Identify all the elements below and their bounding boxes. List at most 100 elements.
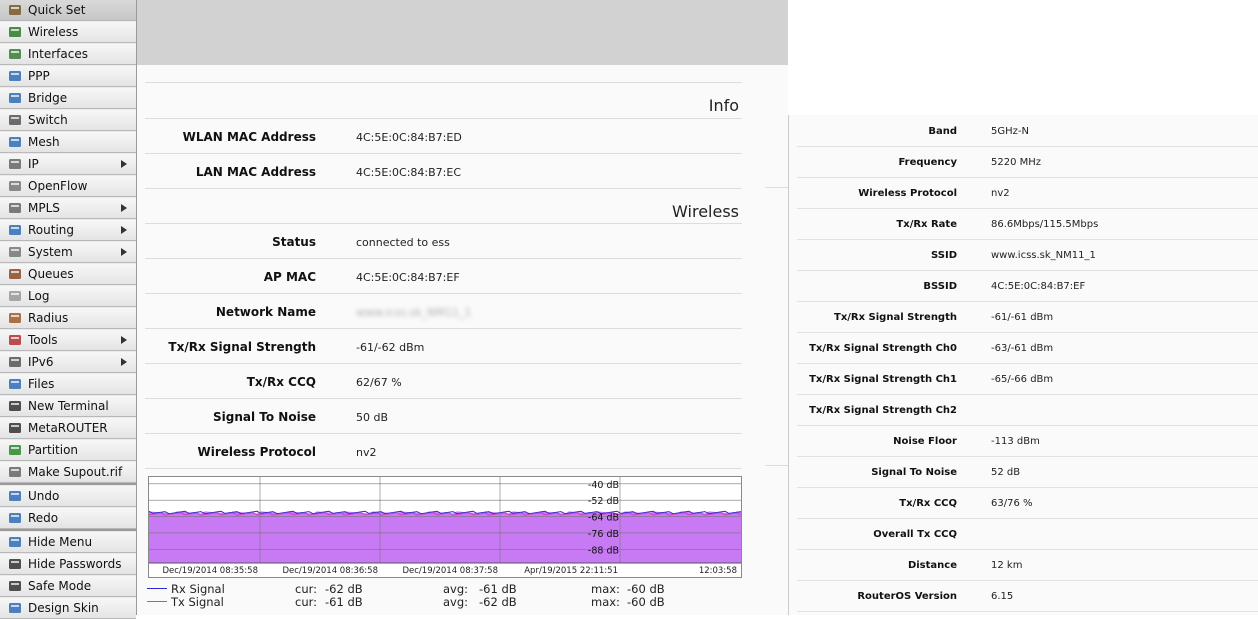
safe-mode-icon	[8, 580, 22, 592]
sidebar-item-quick-set[interactable]: Quick Set	[0, 0, 136, 21]
sidebar-item-files[interactable]: Files	[0, 374, 136, 395]
row-divider	[145, 153, 742, 154]
sidebar-item-metarouter[interactable]: MetaROUTER	[0, 418, 136, 439]
status-row: Tx/Rx Rate 86.6Mbps/115.5Mbps	[797, 208, 1258, 240]
sidebar-item-bridge[interactable]: Bridge	[0, 88, 136, 109]
ipv6-icon	[8, 356, 22, 368]
sidebar-item-label: Partition	[28, 443, 79, 457]
bridge-icon	[8, 92, 22, 104]
sidebar-item-redo[interactable]: Redo	[0, 508, 136, 529]
radius-icon	[8, 312, 22, 324]
x-tick-label: Dec/19/2014 08:36:58	[282, 566, 378, 576]
status-row: BSSID 4C:5E:0C:84:B7:EF	[797, 270, 1258, 302]
sidebar-item-make-supout-rif[interactable]: Make Supout.rif	[0, 462, 136, 483]
sidebar-item-ppp[interactable]: PPP	[0, 66, 136, 87]
field-label: WLAN MAC Address	[182, 130, 316, 144]
y-tick-label: -88 dB	[588, 545, 619, 556]
field-value: nv2	[356, 446, 377, 459]
sidebar-item-mesh[interactable]: Mesh	[0, 132, 136, 153]
legend-max-value: -60 dB	[627, 595, 665, 609]
legend-max-prefix: max:	[591, 595, 620, 609]
row-divider	[145, 328, 742, 329]
status-label: Tx/Rx Signal Strength	[834, 312, 957, 323]
status-row: Frequency 5220 MHz	[797, 146, 1258, 178]
sidebar-item-radius[interactable]: Radius	[0, 308, 136, 329]
sidebar-item-hide-passwords[interactable]: Hide Passwords	[0, 554, 136, 575]
sidebar-item-label: Switch	[28, 113, 68, 127]
menu-divider	[0, 529, 136, 531]
top-toolbar	[137, 0, 788, 65]
chevron-right-icon	[121, 160, 127, 168]
hide-menu-icon	[8, 536, 22, 548]
status-row: Noise Floor -113 dBm	[797, 425, 1258, 457]
status-value: 86.6Mbps/115.5Mbps	[991, 219, 1099, 230]
status-row: Band 5GHz-N	[797, 115, 1258, 147]
sidebar-item-routing[interactable]: Routing	[0, 220, 136, 241]
sidebar-item-wireless[interactable]: Wireless	[0, 22, 136, 43]
sidebar-item-partition[interactable]: Partition	[0, 440, 136, 461]
sidebar-item-ip[interactable]: IP	[0, 154, 136, 175]
status-label: SSID	[931, 250, 957, 261]
sidebar-item-label: IP	[28, 157, 39, 171]
sidebar-item-label: PPP	[28, 69, 50, 83]
sidebar-item-undo[interactable]: Undo	[0, 486, 136, 507]
sidebar-item-hide-menu[interactable]: Hide Menu	[0, 532, 136, 553]
redo-icon	[8, 512, 22, 524]
sidebar-item-queues[interactable]: Queues	[0, 264, 136, 285]
ip-icon	[8, 158, 22, 170]
section-title-wireless: Wireless	[672, 202, 739, 221]
status-row: Signal To Noise 52 dB	[797, 456, 1258, 488]
sidebar-item-system[interactable]: System	[0, 242, 136, 263]
sidebar-item-new-terminal[interactable]: New Terminal	[0, 396, 136, 417]
design-skin-icon	[8, 602, 22, 614]
status-value: 5GHz-N	[991, 126, 1029, 137]
sidebar-item-label: Undo	[28, 489, 60, 503]
status-row: Tx/Rx Signal Strength Ch0 -63/-61 dBm	[797, 332, 1258, 364]
status-row: Overall Tx CCQ	[797, 518, 1258, 550]
sidebar-item-log[interactable]: Log	[0, 286, 136, 307]
signal-area-fill	[149, 511, 741, 563]
status-value: -61/-61 dBm	[991, 312, 1054, 323]
field-label: Network Name	[215, 305, 316, 319]
status-label: Tx/Rx Signal Strength Ch1	[809, 374, 957, 385]
sidebar-item-switch[interactable]: Switch	[0, 110, 136, 131]
legend-series-name: Rx Signal	[171, 582, 225, 596]
legend-avg-prefix: avg:	[443, 595, 469, 609]
legend-swatch	[147, 601, 167, 602]
sidebar-item-openflow[interactable]: OpenFlow	[0, 176, 136, 197]
routing-icon	[8, 224, 22, 236]
status-label: Wireless Protocol	[858, 188, 957, 199]
status-row: RouterOS Version 6.15	[797, 580, 1258, 612]
sidebar-item-interfaces[interactable]: Interfaces	[0, 44, 136, 65]
sidebar-item-mpls[interactable]: MPLS	[0, 198, 136, 219]
section-title-info: Info	[708, 96, 739, 115]
sidebar-item-label: MetaROUTER	[28, 421, 108, 435]
field-label: Tx/Rx Signal Strength	[168, 340, 316, 354]
sidebar-item-label: Files	[28, 377, 55, 391]
sidebar-item-label: Make Supout.rif	[28, 465, 123, 479]
field-value: 62/67 %	[356, 376, 402, 389]
row-divider	[145, 258, 742, 259]
status-value: 5220 MHz	[991, 157, 1042, 168]
sidebar-menu: Quick Set Wireless Interfaces PPP Bridge Swit…	[0, 0, 137, 619]
field-label: Wireless Protocol	[197, 445, 316, 459]
row-divider	[765, 187, 788, 188]
metarouter-icon	[8, 422, 22, 434]
field-value: 50 dB	[356, 411, 389, 424]
y-tick-label: -76 dB	[588, 529, 619, 540]
sidebar-item-label: Hide Menu	[28, 535, 93, 549]
legend-cur-prefix: cur:	[295, 582, 318, 596]
sidebar-item-design-skin[interactable]: Design Skin	[0, 598, 136, 619]
field-label: Tx/Rx CCQ	[246, 375, 316, 389]
status-label: Overall Tx CCQ	[873, 529, 957, 540]
sidebar-item-safe-mode[interactable]: Safe Mode	[0, 576, 136, 597]
field-label: AP MAC	[263, 270, 316, 284]
sidebar-item-label: MPLS	[28, 201, 60, 215]
row-divider	[765, 465, 788, 466]
status-row: Distance 12 km	[797, 549, 1258, 581]
legend-avg-value: -61 dB	[479, 582, 517, 596]
sidebar-item-ipv6[interactable]: IPv6	[0, 352, 136, 373]
status-value: nv2	[991, 188, 1010, 199]
sidebar-item-tools[interactable]: Tools	[0, 330, 136, 351]
field-value: www.icss.sk_NM11_1	[356, 306, 472, 319]
